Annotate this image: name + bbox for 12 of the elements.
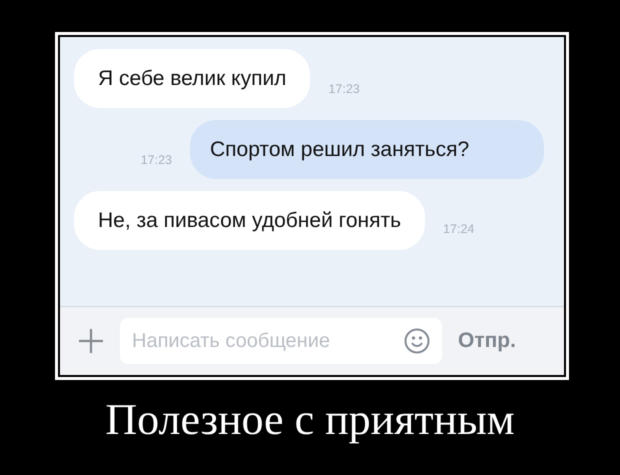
send-button[interactable]: Отпр. (458, 329, 516, 353)
plus-icon[interactable] (78, 328, 104, 354)
message-time: 17:24 (443, 222, 474, 238)
incoming-message: Я себе велик купил (74, 49, 310, 108)
message-time: 17:23 (328, 82, 360, 98)
incoming-message: Не, за пивасом удобней гонять (74, 191, 426, 250)
smiley-icon[interactable] (404, 328, 430, 354)
caption: Полезное с приятным (105, 394, 515, 445)
message-field[interactable]: Написать сообщение (120, 318, 442, 364)
placeholder: Написать сообщение (132, 330, 330, 352)
message-time: 17:23 (140, 153, 172, 169)
outgoing-message: Спортом решил заняться? (190, 120, 544, 179)
